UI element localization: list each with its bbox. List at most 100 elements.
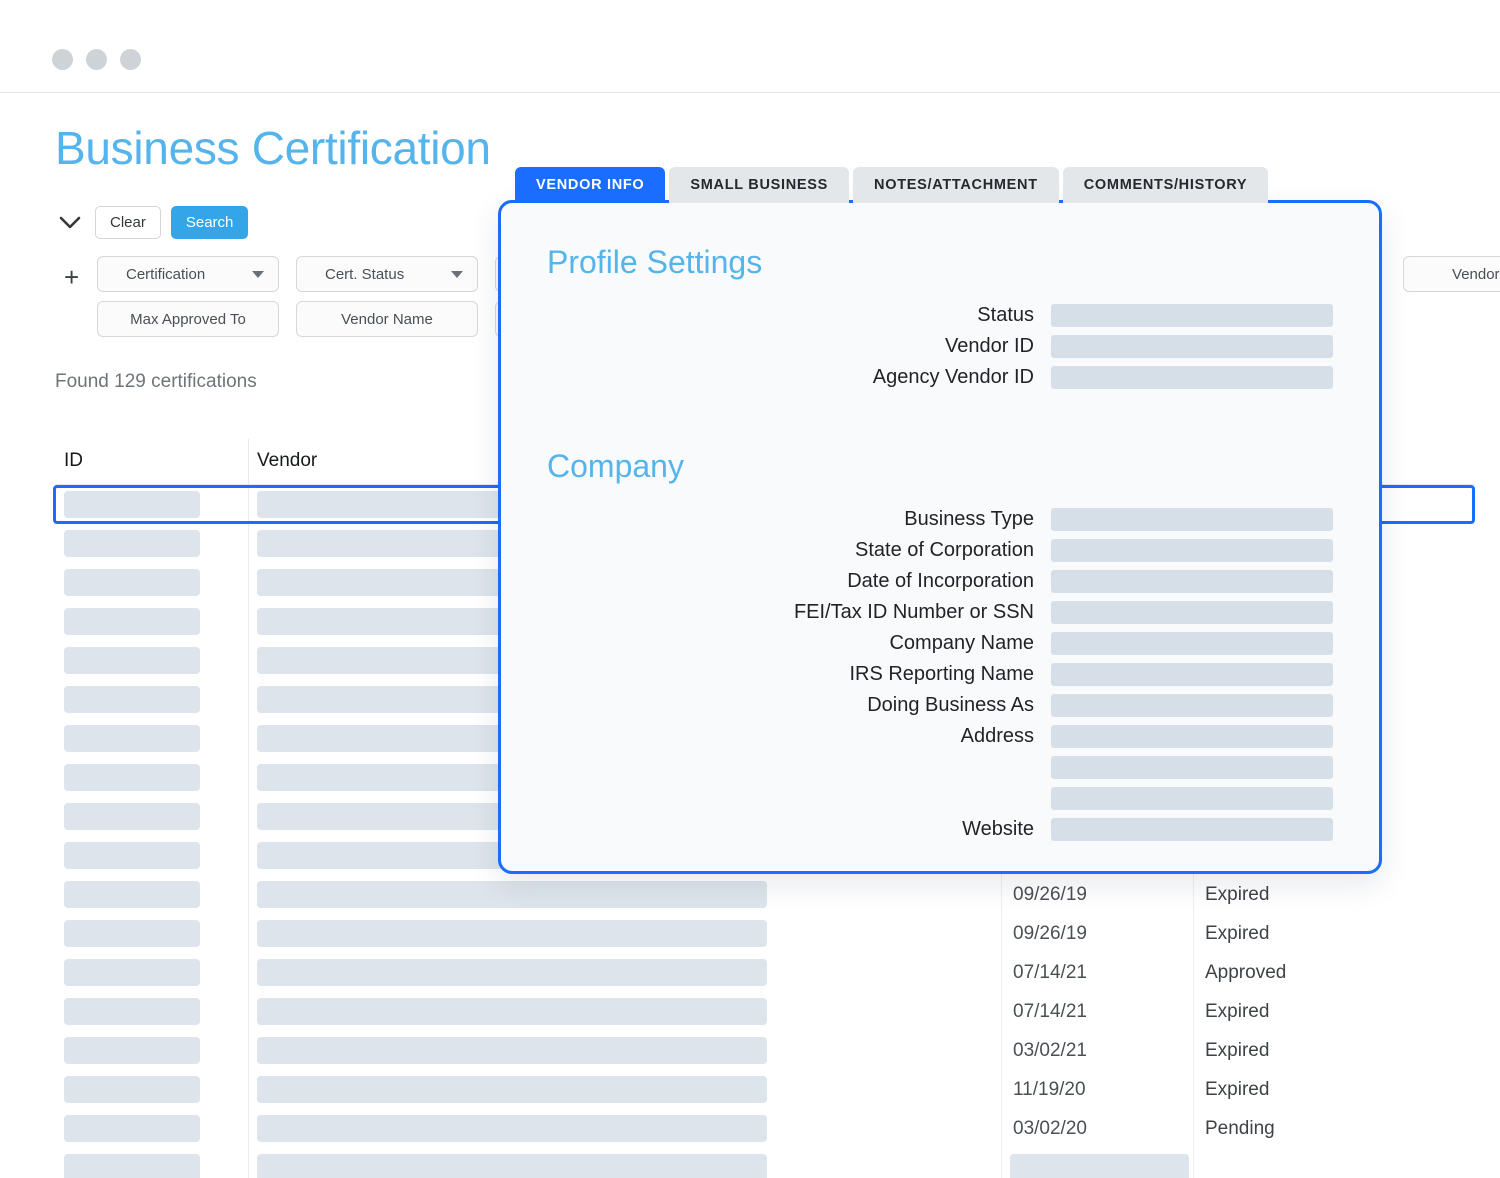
modal-tab-0[interactable]: VENDOR INFO (515, 167, 666, 203)
filter-certification-label: Certification (126, 265, 206, 283)
filter-vendor-type-input[interactable]: Vendor Type (1403, 256, 1500, 292)
cell-status-text: Expired (1205, 884, 1270, 905)
field-input[interactable] (1051, 508, 1333, 531)
cell-vendor (248, 992, 1001, 1031)
filter-cert-status-select[interactable]: Cert. Status (296, 256, 478, 292)
field-input[interactable] (1051, 335, 1333, 358)
cell-id (55, 1109, 248, 1148)
table-row[interactable] (55, 1148, 1475, 1178)
window-close-dot[interactable] (52, 49, 73, 70)
skeleton-placeholder (257, 1076, 767, 1103)
modal-tab-1[interactable]: SMALL BUSINESS (669, 167, 850, 203)
form-row: Status (501, 300, 1379, 331)
field-label: IRS Reporting Name (849, 663, 1034, 685)
form-row: Vendor ID (501, 331, 1379, 362)
cell-id (55, 875, 248, 914)
table-row[interactable]: 09/26/19 Expired (55, 914, 1475, 953)
field-input[interactable] (1051, 539, 1333, 562)
cell-id (55, 1070, 248, 1109)
clear-button[interactable]: Clear (95, 206, 161, 239)
field-input[interactable] (1051, 725, 1333, 748)
results-count: Found 129 certifications (55, 371, 257, 392)
field-label: State of Corporation (855, 539, 1034, 561)
window-maximize-dot[interactable] (120, 49, 141, 70)
cell-id (55, 836, 248, 875)
skeleton-placeholder (64, 803, 200, 830)
cell-status: Approved (1193, 953, 1423, 992)
cell-id (55, 1148, 248, 1178)
field-input[interactable] (1051, 632, 1333, 655)
field-input[interactable] (1051, 787, 1333, 810)
cell-id (55, 485, 248, 524)
page-title: Business Certification (55, 122, 491, 174)
window-minimize-dot[interactable] (86, 49, 107, 70)
modal-tab-2[interactable]: NOTES/ATTACHMENT (853, 167, 1059, 203)
form-row: Agency Vendor ID (501, 362, 1379, 393)
table-row[interactable]: 09/26/19 Expired (55, 875, 1475, 914)
skeleton-placeholder (64, 998, 200, 1025)
company-heading: Company (547, 448, 684, 484)
filter-max-approved-to-input[interactable]: Max Approved To (97, 301, 279, 337)
cell-date-text: 03/02/21 (1013, 1040, 1087, 1061)
skeleton-placeholder (1010, 1154, 1189, 1178)
cell-status-text: Expired (1205, 1040, 1270, 1061)
plus-icon[interactable]: + (64, 264, 79, 290)
cell-id (55, 992, 248, 1031)
field-input[interactable] (1051, 304, 1333, 327)
cell-vendor (248, 875, 1001, 914)
skeleton-placeholder (257, 881, 767, 908)
search-button[interactable]: Search (170, 206, 249, 239)
cell-date: 07/14/21 (1001, 992, 1193, 1031)
chevron-down-icon (252, 271, 264, 278)
table-row[interactable]: 03/02/21 Expired (55, 1031, 1475, 1070)
field-input[interactable] (1051, 694, 1333, 717)
profile-settings-heading: Profile Settings (547, 244, 763, 280)
field-input[interactable] (1051, 570, 1333, 593)
form-row: Business Type (501, 504, 1379, 535)
form-row (501, 783, 1379, 814)
skeleton-placeholder (257, 1037, 767, 1064)
field-input[interactable] (1051, 818, 1333, 841)
table-row[interactable]: 11/19/20 Expired (55, 1070, 1475, 1109)
cell-id (55, 953, 248, 992)
form-row (501, 752, 1379, 783)
cell-status-text: Approved (1205, 962, 1287, 983)
form-row: Website (501, 814, 1379, 845)
field-label: Company Name (889, 632, 1034, 654)
filter-cert-status-label: Cert. Status (325, 265, 405, 283)
cell-date-text: 09/26/19 (1013, 923, 1087, 944)
skeleton-placeholder (257, 998, 767, 1025)
table-row[interactable]: 07/14/21 Expired (55, 992, 1475, 1031)
cell-id (55, 797, 248, 836)
skeleton-placeholder (64, 1037, 200, 1064)
form-row: State of Corporation (501, 535, 1379, 566)
skeleton-placeholder (64, 764, 200, 791)
chevron-down-icon[interactable] (55, 208, 85, 238)
filter-max-approved-to-label: Max Approved To (130, 310, 246, 328)
cell-vendor (248, 914, 1001, 953)
skeleton-placeholder (64, 725, 200, 752)
cell-date (1001, 1148, 1193, 1178)
table-row[interactable]: 03/02/20 Pending (55, 1109, 1475, 1148)
column-header-id[interactable]: ID (55, 440, 248, 484)
cell-date: 09/26/19 (1001, 914, 1193, 953)
table-row[interactable]: 07/14/21 Approved (55, 953, 1475, 992)
filter-vendor-name-input[interactable]: Vendor Name (296, 301, 478, 337)
filter-certification-select[interactable]: Certification (97, 256, 279, 292)
skeleton-placeholder (64, 530, 200, 557)
field-input[interactable] (1051, 663, 1333, 686)
cell-id (55, 719, 248, 758)
field-input[interactable] (1051, 601, 1333, 624)
field-input[interactable] (1051, 366, 1333, 389)
skeleton-placeholder (64, 608, 200, 635)
cell-status: Expired (1193, 1070, 1423, 1109)
cell-status-text: Expired (1205, 1079, 1270, 1100)
skeleton-placeholder (64, 842, 200, 869)
modal-tab-3[interactable]: COMMENTS/HISTORY (1062, 167, 1269, 203)
field-input[interactable] (1051, 756, 1333, 779)
cell-status: Pending (1193, 1109, 1423, 1148)
field-label: Date of Incorporation (847, 570, 1034, 592)
form-row: IRS Reporting Name (501, 659, 1379, 690)
cell-date: 09/26/19 (1001, 875, 1193, 914)
field-label: Website (962, 818, 1034, 840)
